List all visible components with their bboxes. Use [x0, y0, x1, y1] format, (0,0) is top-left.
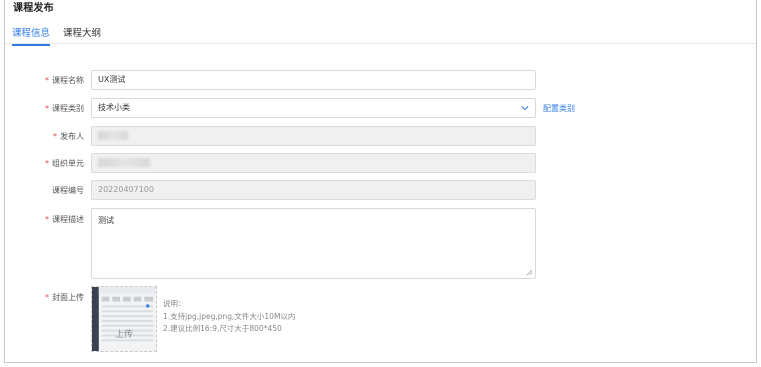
required-mark: *: [53, 132, 57, 141]
upload-hint: 说明： 1.支持jpg,jpeg,png,文件大小10M以内 2.建议比例16:…: [163, 298, 295, 336]
course-category-label: * 课程类别: [45, 104, 84, 113]
course-code-input[interactable]: 20220407100: [91, 180, 536, 200]
course-name-input[interactable]: UX测试: [91, 70, 536, 90]
required-mark: *: [45, 215, 49, 224]
upload-label: 上传: [114, 330, 133, 340]
course-desc-textarea[interactable]: 测试: [91, 208, 536, 279]
cover-upload-label: * 封面上传: [45, 293, 84, 302]
tab-course-outline[interactable]: 课程大纲: [63, 25, 101, 44]
resize-handle-icon[interactable]: [526, 269, 533, 276]
required-mark: *: [45, 159, 49, 168]
publisher-input[interactable]: [91, 126, 536, 146]
course-category-value: 技术小类: [98, 103, 130, 112]
page-title: 课程发布: [13, 3, 54, 14]
tab-course-info[interactable]: 课程信息: [12, 25, 51, 46]
course-publish-panel: 课程发布 课程信息 课程大纲 * 课程名称 UX测试 * 课程类别 技术小类 配置类…: [4, 0, 757, 363]
chevron-down-icon: [521, 106, 529, 111]
org-unit-input[interactable]: [91, 153, 536, 173]
cover-upload-box[interactable]: 上传: [91, 286, 157, 352]
config-category-link[interactable]: 配置类别: [543, 103, 575, 114]
required-mark: *: [45, 293, 49, 302]
course-desc-value: 测试: [98, 216, 114, 225]
course-name-label: * 课程名称: [45, 76, 84, 85]
publisher-label: * 发布人: [53, 132, 84, 141]
upload-hint-line2: 2.建议比例16:9,尺寸大于800*450: [163, 324, 282, 333]
course-desc-label: * 课程描述: [45, 215, 84, 224]
cover-thumbnail-image: [92, 287, 156, 351]
course-code-label: 课程编号: [52, 186, 84, 195]
redacted-text: [98, 158, 150, 167]
required-mark: *: [45, 76, 49, 85]
required-mark: *: [45, 104, 49, 113]
redacted-text: [98, 131, 128, 140]
course-category-select[interactable]: 技术小类: [91, 98, 536, 118]
upload-hint-title: 说明：: [163, 299, 186, 308]
org-unit-label: * 组织单元: [45, 159, 84, 168]
upload-hint-line1: 1.支持jpg,jpeg,png,文件大小10M以内: [163, 311, 296, 321]
tab-bar: 课程信息 课程大纲: [5, 22, 756, 46]
